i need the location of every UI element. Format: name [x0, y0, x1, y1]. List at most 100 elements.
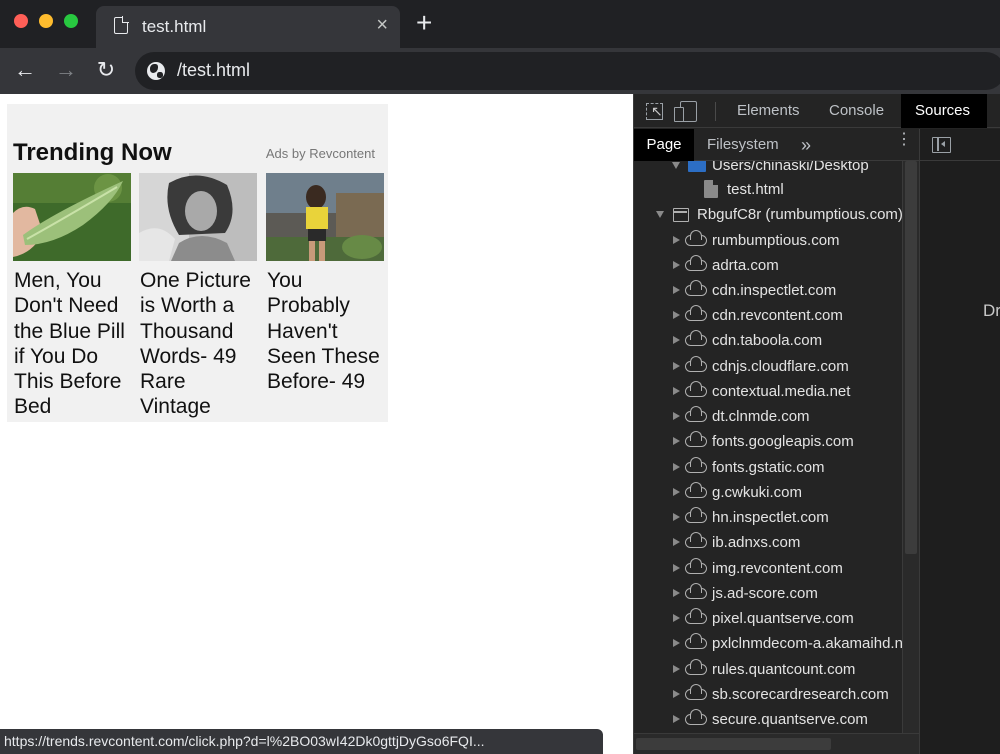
tree-domain[interactable]: js.ad-score.com — [634, 581, 902, 606]
devtools-panel: Elements Console Sources Page Filesystem… — [633, 94, 1000, 754]
tab-console[interactable]: Console — [815, 94, 898, 128]
tree-domain[interactable]: rumbumptious.com — [634, 228, 902, 253]
tree-domain[interactable]: rules.quantcount.com — [634, 657, 902, 682]
cloud-icon — [685, 230, 707, 246]
collapse-triangle-icon[interactable] — [673, 236, 680, 244]
tree-domain[interactable]: pxlclnmdecom-a.akamaihd.net — [634, 631, 902, 656]
cloud-icon — [685, 507, 707, 523]
file-icon — [704, 180, 718, 198]
ad-card[interactable]: You Probably Haven't Seen These Before- … — [266, 173, 384, 394]
scrollbar-thumb[interactable] — [636, 738, 831, 750]
minimize-window-button[interactable] — [39, 14, 53, 28]
tree-item-label: cdnjs.cloudflare.com — [712, 358, 849, 375]
collapse-triangle-icon[interactable] — [673, 311, 680, 319]
collapse-triangle-icon[interactable] — [673, 488, 680, 496]
tab-sources[interactable]: Sources — [901, 94, 987, 128]
collapse-triangle-icon[interactable] — [673, 639, 680, 647]
collapse-triangle-icon[interactable] — [673, 665, 680, 673]
ad-card-headline[interactable]: You Probably Haven't Seen These Before- … — [266, 268, 388, 394]
tree-domain[interactable]: img.revcontent.com — [634, 556, 902, 581]
scrollbar-thumb[interactable] — [905, 161, 917, 554]
tab-page[interactable]: Page — [634, 129, 694, 161]
expand-triangle-icon[interactable] — [672, 162, 680, 169]
ad-card-image[interactable] — [139, 173, 257, 261]
tree-domain[interactable]: ib.adnxs.com — [634, 530, 902, 555]
tree-domain[interactable]: contextual.media.net — [634, 379, 902, 404]
cloud-icon — [685, 431, 707, 447]
maximize-window-button[interactable] — [64, 14, 78, 28]
cloud-icon — [685, 633, 707, 649]
collapse-triangle-icon[interactable] — [673, 564, 680, 572]
collapse-triangle-icon[interactable] — [673, 387, 680, 395]
globe-icon[interactable] — [147, 62, 165, 80]
tree-domain[interactable]: fonts.gstatic.com — [634, 455, 902, 480]
tree-item-label: cdn.inspectlet.com — [712, 282, 837, 299]
tree-domain[interactable]: hn.inspectlet.com — [634, 505, 902, 530]
navigator-menu-icon[interactable]: ⋮ — [896, 132, 912, 148]
collapse-triangle-icon[interactable] — [673, 336, 680, 344]
tree-file[interactable]: test.html — [634, 177, 902, 202]
tree-horizontal-scrollbar[interactable] — [634, 733, 919, 754]
tree-domain[interactable]: cdn.revcontent.com — [634, 303, 902, 328]
tree-domain[interactable]: fonts.googleapis.com — [634, 429, 902, 454]
ad-card-headline[interactable]: One Picture is Worth a Thousand Words- 4… — [139, 268, 261, 420]
back-button[interactable]: ← — [11, 56, 39, 84]
address-text[interactable]: /test.html — [177, 60, 250, 81]
tree-domain[interactable]: cdn.taboola.com — [634, 328, 902, 353]
reload-button[interactable]: ↻ — [92, 56, 120, 84]
collapse-triangle-icon[interactable] — [673, 412, 680, 420]
active-tab[interactable]: test.html × — [96, 6, 400, 48]
inspect-element-icon[interactable] — [646, 103, 663, 120]
tab-elements[interactable]: Elements — [723, 94, 814, 128]
collapse-triangle-icon[interactable] — [673, 690, 680, 698]
tree-domain[interactable]: dt.clnmde.com — [634, 404, 902, 429]
tree-domain[interactable]: secure.quantserve.com — [634, 707, 902, 732]
device-toolbar-icon[interactable] — [674, 101, 697, 122]
ad-attribution[interactable]: Ads by Revcontent — [266, 146, 375, 161]
collapse-triangle-icon[interactable] — [673, 286, 680, 294]
drop-hint-text: Dr — [983, 301, 1000, 320]
document-icon — [114, 16, 129, 34]
toggle-navigator-icon[interactable] — [932, 137, 951, 153]
expand-triangle-icon[interactable] — [656, 211, 664, 218]
ad-card-image[interactable] — [266, 173, 384, 261]
tree-vertical-scrollbar[interactable] — [902, 161, 919, 733]
collapse-triangle-icon[interactable] — [673, 589, 680, 597]
ad-card[interactable]: One Picture is Worth a Thousand Words- 4… — [139, 173, 257, 420]
address-bar[interactable]: /test.html — [135, 52, 1000, 90]
forward-button[interactable]: → — [52, 56, 80, 84]
tree-frame[interactable]: RbgufC8r (rumbumptious.com) — [634, 202, 902, 227]
more-tabs-icon[interactable]: » — [801, 129, 811, 161]
tree-item-label: js.ad-score.com — [712, 585, 818, 602]
cloud-icon — [685, 482, 707, 498]
tab-close-icon[interactable]: × — [376, 15, 388, 35]
tree-domain[interactable]: cdn.inspectlet.com — [634, 278, 902, 303]
tree-domain[interactable]: pixel.quantserve.com — [634, 606, 902, 631]
tree-domain[interactable]: adrta.com — [634, 253, 902, 278]
ad-card-headline[interactable]: Men, You Don't Need the Blue Pill if You… — [13, 268, 135, 420]
collapse-triangle-icon[interactable] — [673, 437, 680, 445]
tree-item-label: sb.scorecardresearch.com — [712, 686, 889, 703]
toolbar-divider — [715, 102, 716, 121]
new-tab-button[interactable]: + — [416, 9, 432, 37]
devtools-tab-bar: Elements Console Sources — [634, 94, 1000, 128]
tree-domain[interactable]: cdnjs.cloudflare.com — [634, 354, 902, 379]
tab-filesystem[interactable]: Filesystem — [707, 129, 779, 161]
tree-domain[interactable]: sb.scorecardresearch.com — [634, 682, 902, 707]
tree-folder[interactable]: Users/chinaski/Desktop — [634, 161, 902, 178]
collapse-triangle-icon[interactable] — [673, 463, 680, 471]
collapse-triangle-icon[interactable] — [673, 261, 680, 269]
browser-toolbar: ← → ↻ /test.html — [0, 48, 1000, 94]
collapse-triangle-icon[interactable] — [673, 614, 680, 622]
cloud-icon — [685, 558, 707, 574]
collapse-triangle-icon[interactable] — [673, 513, 680, 521]
editor-toolbar — [920, 129, 1000, 161]
tree-domain[interactable]: g.cwkuki.com — [634, 480, 902, 505]
collapse-triangle-icon[interactable] — [673, 538, 680, 546]
collapse-triangle-icon[interactable] — [673, 362, 680, 370]
tree-item-label: pixel.quantserve.com — [712, 610, 854, 627]
close-window-button[interactable] — [14, 14, 28, 28]
ad-card-image[interactable] — [13, 173, 131, 261]
ad-card[interactable]: Men, You Don't Need the Blue Pill if You… — [13, 173, 131, 420]
collapse-triangle-icon[interactable] — [673, 715, 680, 723]
